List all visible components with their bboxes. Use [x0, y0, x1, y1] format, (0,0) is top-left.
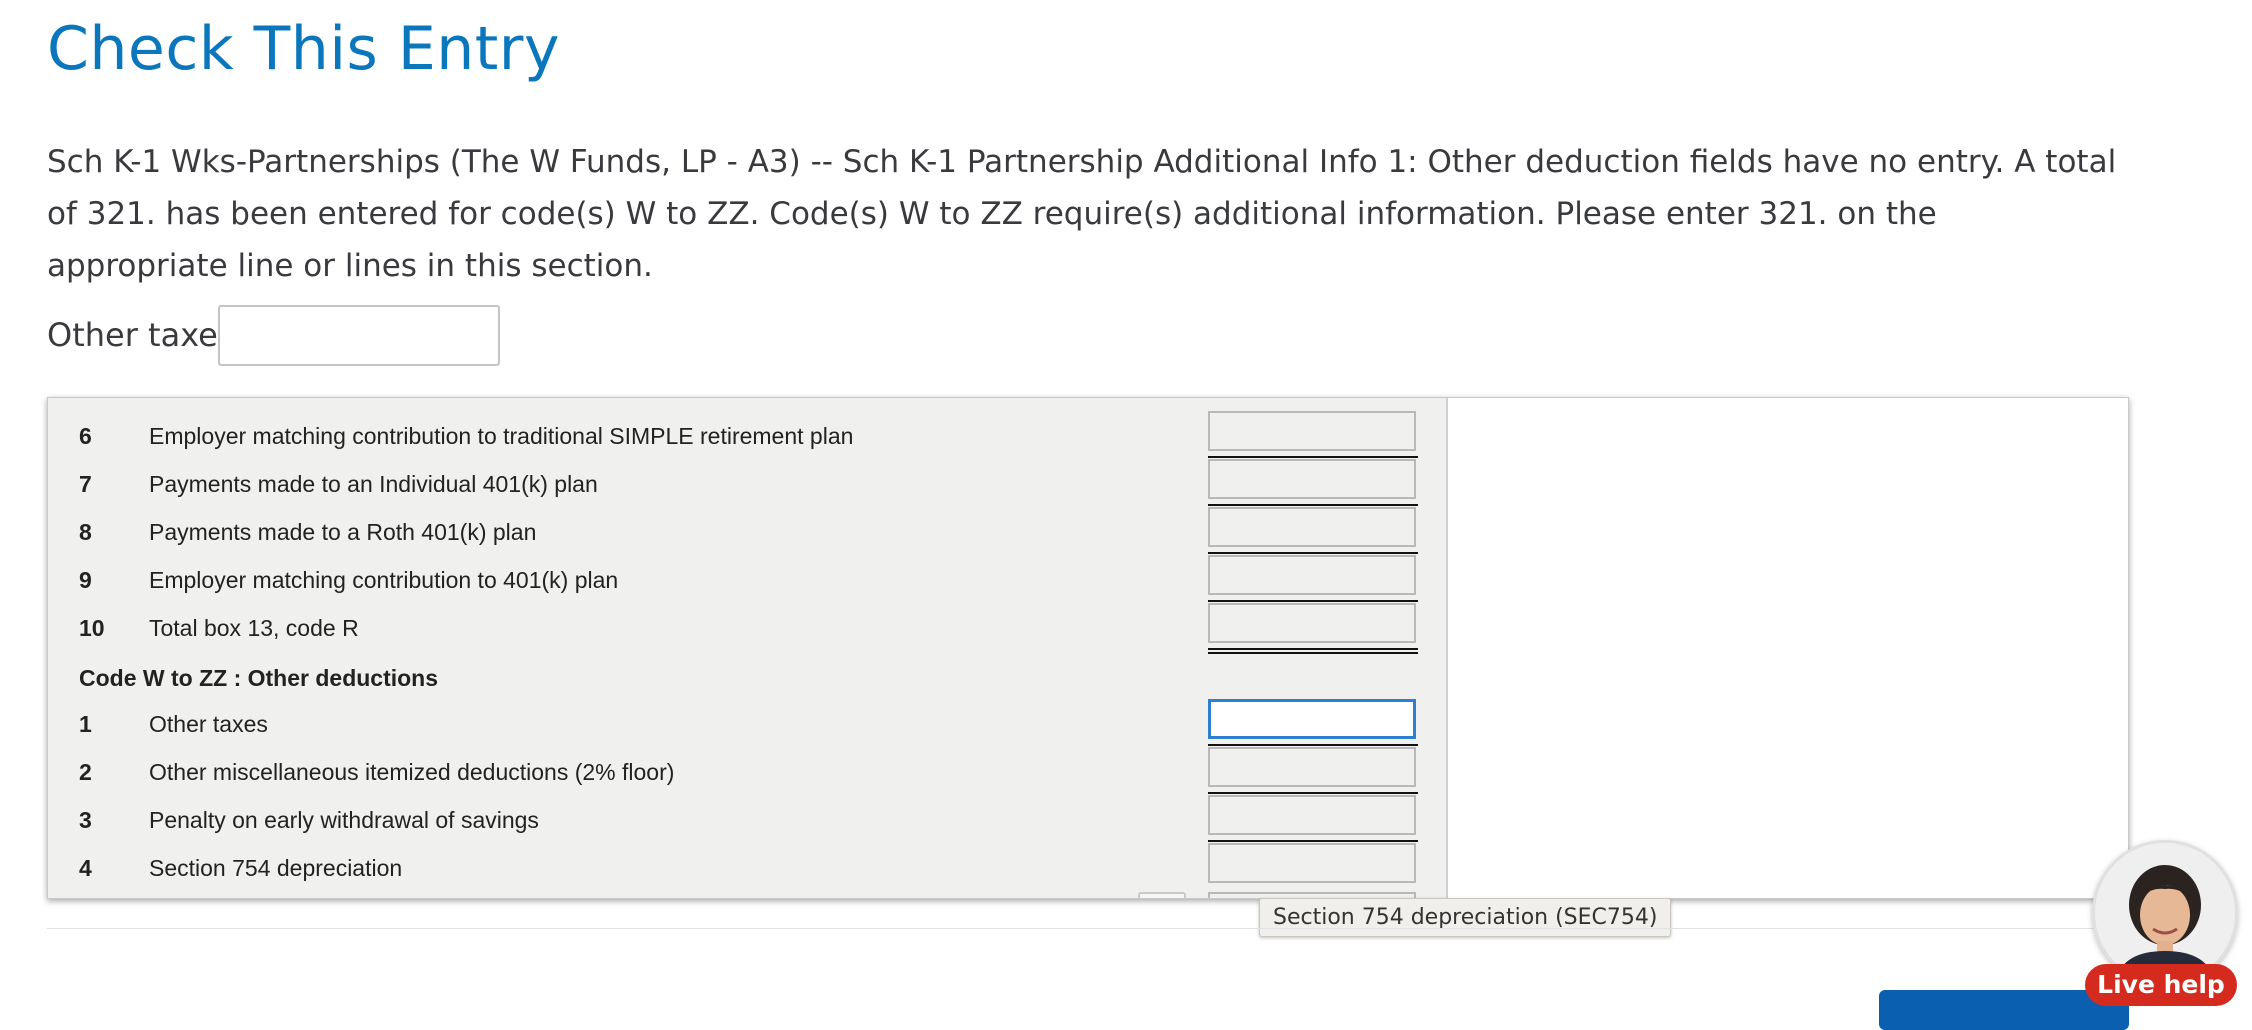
other-taxes-label: Other taxes: [47, 316, 235, 354]
amount-input-row-10[interactable]: [1208, 603, 1416, 643]
worksheet-row-10: 10 Total box 13, code R: [48, 602, 1446, 654]
row-label: Section 754 depreciation: [149, 855, 403, 881]
row-number: 8: [79, 519, 92, 545]
worksheet-row-8: 8 Payments made to a Roth 401(k) plan: [48, 506, 1446, 554]
page-title: Check This Entry: [47, 14, 560, 84]
row-label: Other taxes: [149, 711, 268, 737]
row-label: Payments made to an Individual 401(k) pl…: [149, 471, 598, 497]
row-number: 6: [79, 423, 92, 449]
amount-input-row-8[interactable]: [1208, 507, 1416, 547]
row-number: 1: [79, 711, 92, 737]
live-help-button[interactable]: Live help: [2085, 964, 2237, 1006]
worksheet-row-9: 9 Employer matching contribution to 401(…: [48, 554, 1446, 602]
amount-input-row-9[interactable]: [1208, 555, 1416, 595]
error-message: Sch K-1 Wks-Partnerships (The W Funds, L…: [47, 144, 2117, 284]
early-withdrawal-penalty-input[interactable]: [1208, 795, 1416, 835]
row-number: 4: [79, 855, 92, 881]
partial-button[interactable]: [1138, 892, 1186, 898]
other-deductions-row-4: 4 Section 754 depreciation: [48, 842, 1446, 890]
section-754-depreciation-input[interactable]: [1208, 843, 1416, 883]
other-taxes-amount-input[interactable]: [1208, 699, 1416, 739]
section-heading-other-deductions: Code W to ZZ : Other deductions: [79, 665, 439, 691]
row-label: Other miscellaneous itemized deductions …: [149, 759, 675, 785]
row-label: Employer matching contribution to tradit…: [149, 423, 854, 449]
worksheet-row-6: 6 Employer matching contribution to trad…: [48, 410, 1446, 458]
underline: [1208, 648, 1418, 650]
other-deductions-row-2: 2 Other miscellaneous itemized deduction…: [48, 746, 1446, 794]
worksheet-panel: 6 Employer matching contribution to trad…: [47, 397, 2129, 899]
row-label: Employer matching contribution to 401(k)…: [149, 567, 619, 593]
row-number: 3: [79, 807, 92, 833]
field-tooltip: Section 754 depreciation (SEC754): [1259, 898, 1672, 937]
other-deductions-row-1: 1 Other taxes: [48, 698, 1446, 746]
other-deductions-row-3: 3 Penalty on early withdrawal of savings: [48, 794, 1446, 842]
row-number: 2: [79, 759, 92, 785]
row-label: Penalty on early withdrawal of savings: [149, 807, 539, 833]
agent-avatar-icon: [2095, 843, 2235, 983]
worksheet-row-7: 7 Payments made to an Individual 401(k) …: [48, 458, 1446, 506]
worksheet-form: 6 Employer matching contribution to trad…: [48, 398, 1448, 898]
other-taxes-input[interactable]: [218, 305, 500, 366]
misc-itemized-deductions-input[interactable]: [1208, 747, 1416, 787]
row-label: Payments made to a Roth 401(k) plan: [149, 519, 537, 545]
divider: [47, 928, 2207, 929]
row-number: 10: [79, 615, 105, 641]
amount-input-row-6[interactable]: [1208, 411, 1416, 451]
row-number: 7: [79, 471, 92, 497]
row-label: Total box 13, code R: [149, 615, 359, 641]
row-number: 9: [79, 567, 92, 593]
double-underline: [1208, 652, 1418, 654]
amount-input-row-7[interactable]: [1208, 459, 1416, 499]
